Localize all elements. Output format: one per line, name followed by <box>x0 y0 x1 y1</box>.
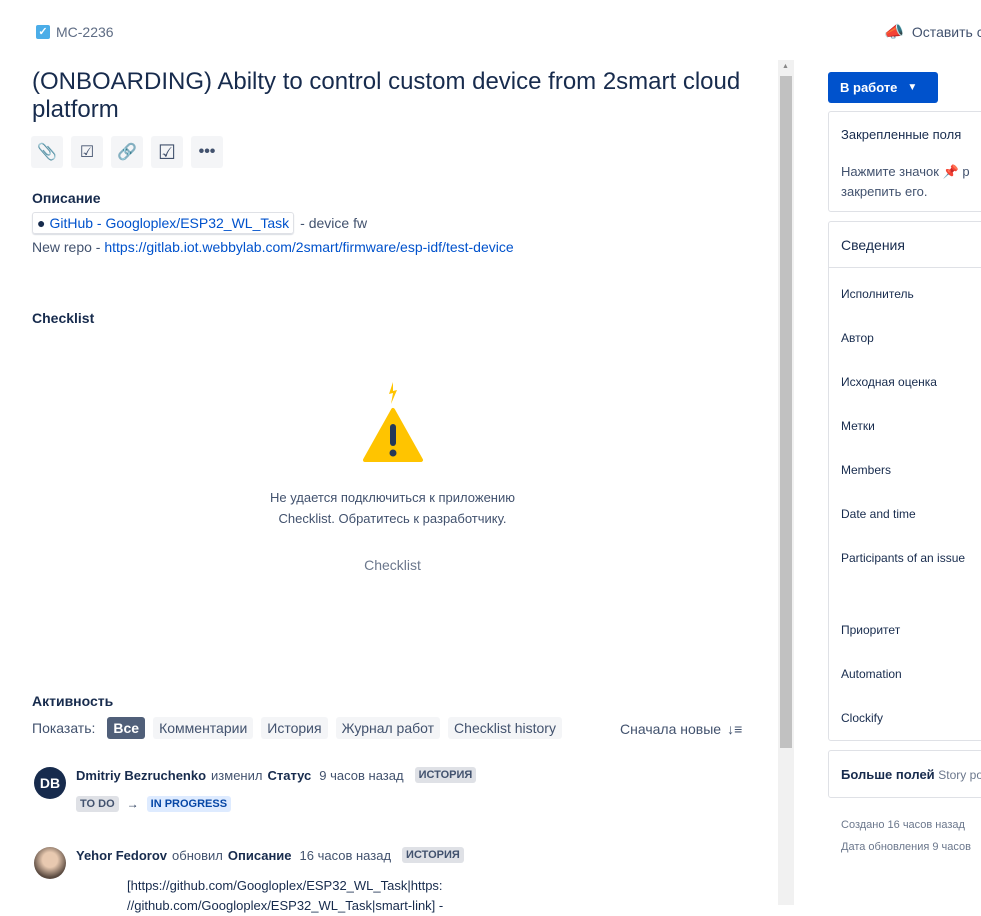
error-line-2: Checklist. Обратитесь к разработчику. <box>278 511 507 526</box>
action-text: изменил <box>211 767 263 783</box>
filter-worklog[interactable]: Журнал работ <box>335 717 441 739</box>
more-fields[interactable]: Больше полей Story po <box>841 767 981 782</box>
activity-entry-header: Yehor Fedorov обновил Описание 16 часов … <box>76 847 464 863</box>
issue-key-breadcrumb[interactable]: ✓ MC-2236 <box>36 24 114 40</box>
avatar[interactable]: DB <box>34 767 66 799</box>
field-members: Members <box>841 463 892 477</box>
smart-link-text: GitHub - Googloplex/ESP32_WL_Task <box>49 215 290 231</box>
arrow-icon: → <box>126 797 139 811</box>
updated-date: Дата обновления 9 часов <box>841 841 971 853</box>
author-name[interactable]: Yehor Fedorov <box>76 848 167 863</box>
more-fields-hint: Story po <box>938 768 981 782</box>
change-text-line: [https://github.com/Googloplex/ESP32_WL_… <box>127 878 443 893</box>
field-date-time: Date and time <box>841 507 916 521</box>
show-label: Показать: <box>32 720 96 736</box>
field-name: Описание <box>227 847 292 863</box>
field-automation: Automation <box>841 667 902 681</box>
change-text-line: //github.com/Googloplex/ESP32_WL_Task|sm… <box>127 898 444 913</box>
issue-title[interactable]: (ONBOARDING) Abilty to control custom de… <box>32 68 772 124</box>
field-clockify: Clockify <box>841 711 884 725</box>
pinned-title: Закрепленные поля <box>841 127 962 142</box>
action-text: обновил <box>172 847 223 863</box>
details-title[interactable]: Сведения <box>841 237 905 253</box>
history-tag: ИСТОРИЯ <box>414 767 477 783</box>
created-date: Создано 16 часов назад <box>841 819 965 831</box>
feedback-button[interactable]: 📣 Оставить с <box>884 22 981 42</box>
status-label: В работе <box>840 80 898 95</box>
issue-toolbar: 📎 ☑ 🔗 ☑ ••• <box>31 136 223 168</box>
field-assignee: Исполнитель <box>841 287 914 301</box>
activity-entry-header: Dmitriy Bezruchenko изменил Статус 9 час… <box>76 767 477 783</box>
pinned-hint-tail: р <box>962 164 970 179</box>
divider <box>829 267 981 268</box>
github-icon: ● <box>37 215 46 231</box>
filter-history[interactable]: История <box>261 717 328 739</box>
sort-button[interactable]: Сначала новые ↓≡ <box>620 721 742 737</box>
field-name: Статус <box>267 767 312 783</box>
github-smart-link[interactable]: ● GitHub - Googloplex/ESP32_WL_Task <box>32 212 295 234</box>
pinned-hint: Нажмите значок 📌 р закрепить его. <box>841 162 970 202</box>
error-line-1: Не удается подключиться к приложению <box>269 490 515 505</box>
status-from: TO DO <box>76 796 119 812</box>
field-labels: Метки <box>841 419 875 433</box>
checklist-error: Не удается подключиться к приложению Che… <box>200 487 585 529</box>
description-line1: ● GitHub - Googloplex/ESP32_WL_Task - de… <box>32 212 367 234</box>
issue-key[interactable]: MC-2236 <box>56 24 114 40</box>
more-icon[interactable]: ••• <box>191 136 223 168</box>
pinned-hint-text-2: закрепить его. <box>841 184 928 199</box>
scrollbar-thumb[interactable] <box>780 76 792 748</box>
checklist-icon[interactable]: ☑ <box>151 136 183 168</box>
history-tag: ИСТОРИЯ <box>402 847 464 863</box>
field-original-estimate: Исходная оценка <box>841 375 937 389</box>
filter-comments[interactable]: Комментарии <box>153 717 254 739</box>
pin-icon: 📌 <box>942 164 959 179</box>
attachment-icon[interactable]: 📎 <box>31 136 63 168</box>
field-participants: Participants of an issue <box>841 551 966 565</box>
checklist-app-name: Checklist <box>364 557 421 573</box>
task-type-icon: ✓ <box>36 25 50 39</box>
field-reporter: Автор <box>841 331 874 345</box>
status-change: TO DO → IN PROGRESS <box>76 796 232 812</box>
more-fields-label: Больше полей <box>841 767 935 782</box>
chevron-down-icon: ▼ <box>907 82 918 93</box>
filter-checklist-history[interactable]: Checklist history <box>448 717 562 739</box>
megaphone-icon: 📣 <box>884 24 904 41</box>
description-label: Описание <box>32 190 101 206</box>
description-line2: New repo - https://gitlab.iot.webbylab.c… <box>32 239 514 255</box>
repo-link[interactable]: https://gitlab.iot.webbylab.com/2smart/f… <box>104 239 513 255</box>
pinned-hint-text: Нажмите значок <box>841 164 939 179</box>
feedback-label: Оставить с <box>911 24 981 40</box>
link-icon[interactable]: 🔗 <box>111 136 143 168</box>
timestamp[interactable]: 16 часов назад <box>300 848 392 863</box>
filter-all[interactable]: Все <box>107 717 146 739</box>
author-name[interactable]: Dmitriy Bezruchenko <box>76 768 206 783</box>
activity-filters: Показать: Все Комментарии История Журнал… <box>32 717 562 739</box>
checklist-label: Checklist <box>32 310 95 326</box>
scroll-up-icon[interactable]: ▲ <box>782 63 789 70</box>
repo-prefix: New repo - <box>32 239 105 255</box>
change-text: [https://github.com/Googloplex/ESP32_WL_… <box>127 876 443 916</box>
subtask-icon[interactable]: ☑ <box>71 136 103 168</box>
activity-label: Активность <box>32 693 114 709</box>
field-priority: Приоритет <box>841 623 901 637</box>
timestamp[interactable]: 9 часов назад <box>319 768 403 783</box>
status-dropdown[interactable]: В работе ▼ <box>828 72 938 103</box>
avatar[interactable] <box>34 847 66 879</box>
warning-icon <box>363 382 423 462</box>
sort-icon: ↓≡ <box>727 721 743 737</box>
smart-link-suffix: - device fw <box>300 215 368 231</box>
sort-label: Сначала новые <box>620 721 722 737</box>
status-to: IN PROGRESS <box>146 796 232 812</box>
